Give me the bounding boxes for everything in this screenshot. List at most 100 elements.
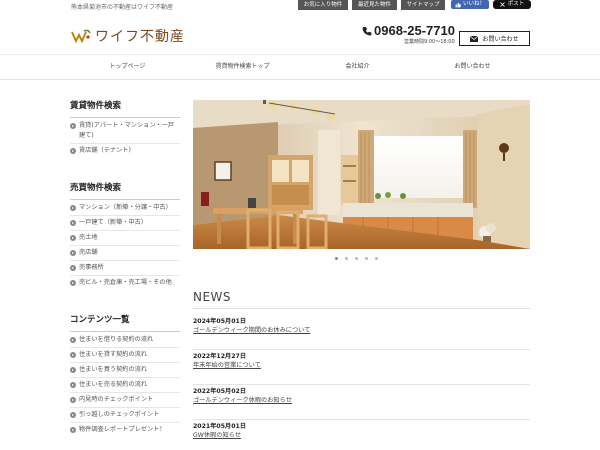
sidebar-item-land[interactable]: 売土地 <box>70 233 180 243</box>
arrow-circle-icon <box>70 123 76 129</box>
sidebar-item-viewing-check[interactable]: 内見時のチェックポイント <box>70 395 180 405</box>
sidebar-item-mansion[interactable]: マンション（新築・分譲・中古） <box>70 203 180 213</box>
sidebar-item-label: 物件調査レポートプレゼント！ <box>79 426 166 433</box>
sidebar-item-shop[interactable]: 売店舗 <box>70 248 180 258</box>
sidebar-item-label: 住まいを貸す契約の流れ <box>79 351 148 358</box>
nav-item-company[interactable]: 会社紹介 <box>300 56 415 80</box>
news-link[interactable]: ゴールデンウィーク休暇のお知らせ <box>193 396 530 405</box>
sidebar-item-label: 売土地 <box>79 234 98 241</box>
sidebar-item-label: 一戸建て（新築・中古） <box>79 219 148 226</box>
slider-dot[interactable] <box>355 257 358 260</box>
slider-dot[interactable] <box>335 257 338 260</box>
phone-icon <box>362 26 372 36</box>
arrow-circle-icon <box>70 382 76 388</box>
sidebar-item-label: 売ビル・売倉庫・売工場・その他 <box>79 279 172 286</box>
arrow-circle-icon <box>70 427 76 433</box>
sidebar-divider <box>70 230 180 231</box>
site-logo[interactable]: ワイフ不動産 <box>71 26 185 46</box>
arrow-circle-icon <box>70 148 76 154</box>
sidebar-heading-contents: コンテンツ一覧 <box>70 315 130 325</box>
sidebar-item-rent-flow[interactable]: 住まいを借りる契約の流れ <box>70 335 180 345</box>
sidebar-heading-rental: 賃貸物件検索 <box>70 101 122 111</box>
phone-block[interactable]: 0968-25-7710 <box>362 23 455 38</box>
sidebar-divider <box>70 377 180 378</box>
news-item: 2022年12月27日 年末年始の営業について <box>193 350 530 385</box>
nav-item-rental-search[interactable]: 賃貸物件検索トップ <box>185 56 300 80</box>
sidebar-item-moving-check[interactable]: 引っ越しのチェックポイント <box>70 410 180 420</box>
news-list: 2024年05月01日 ゴールデンウィーク期間のお休みについて 2022年12月… <box>193 315 530 450</box>
sitemap-button[interactable]: サイトマップ <box>401 0 445 10</box>
thumbs-up-icon <box>455 2 461 7</box>
facebook-like-button[interactable]: いいね！ <box>451 0 489 9</box>
sidebar-item-sell-flow[interactable]: 住まいを売る契約の流れ <box>70 380 180 390</box>
nav-item-top[interactable]: トップページ <box>70 56 185 80</box>
sidebar-item-label: 住まいを借りる契約の流れ <box>79 336 154 343</box>
sidebar-item-building[interactable]: 売ビル・売倉庫・売工場・その他 <box>70 278 180 288</box>
sidebar-item-buy-flow[interactable]: 住まいを買う契約の流れ <box>70 365 180 375</box>
news-date: 2024年05月01日 <box>193 318 247 325</box>
arrow-circle-icon <box>70 235 76 241</box>
sidebar-divider <box>70 422 180 423</box>
sidebar-divider <box>70 143 180 144</box>
logo-mark-icon <box>71 29 91 43</box>
nav-bottom-border <box>0 79 600 80</box>
x-post-button[interactable]: ポスト <box>493 0 531 9</box>
sidebar-rule <box>70 199 180 200</box>
news-heading-rule <box>193 308 530 309</box>
x-logo-icon <box>499 2 505 7</box>
main-nav: トップページ 賃貸物件検索トップ 会社紹介 お問い合わせ <box>70 56 530 80</box>
news-link[interactable]: ゴールデンウィーク期間のお休みについて <box>193 326 530 335</box>
sidebar: 賃貸物件検索 賃貸(アパート・マンション・一戸建て) 賃店舗（テナント） 売買物… <box>70 100 180 435</box>
post-label: ポスト <box>507 1 525 7</box>
sidebar-item-label: 引っ越しのチェックポイント <box>79 411 160 418</box>
sidebar-item-label: 売店舗 <box>79 249 98 256</box>
sidebar-divider <box>70 215 180 216</box>
contact-button[interactable]: お問い合わせ <box>459 31 530 46</box>
sidebar-item-rental-shop[interactable]: 賃店舗（テナント） <box>70 146 180 156</box>
arrow-circle-icon <box>70 367 76 373</box>
sidebar-divider <box>70 362 180 363</box>
arrow-circle-icon <box>70 220 76 226</box>
top-button-group: お気に入り物件 最近見た物件 サイトマップ <box>298 0 445 10</box>
arrow-circle-icon <box>70 280 76 286</box>
contact-label: お問い合わせ <box>482 36 519 43</box>
sidebar-divider <box>70 347 180 348</box>
news-item: 2021年05月01日 GW休暇の知らせ <box>193 420 530 450</box>
news-heading: NEWS <box>193 290 232 304</box>
sidebar-item-lease-flow[interactable]: 住まいを貸す契約の流れ <box>70 350 180 360</box>
business-hours: 営業時間9:00～18:00 <box>404 39 455 45</box>
hero-slider[interactable] <box>193 100 530 249</box>
site-tagline: 熊本県菊池市の不動産はワイフ不動産 <box>71 4 174 11</box>
arrow-circle-icon <box>70 352 76 358</box>
slider-dot[interactable] <box>365 257 368 260</box>
recently-viewed-button[interactable]: 最近見た物件 <box>352 0 397 10</box>
sidebar-item-label: マンション（新築・分譲・中古） <box>79 204 172 211</box>
nav-item-contact[interactable]: お問い合わせ <box>415 56 530 80</box>
sidebar-item-label: 売事務所 <box>79 264 104 271</box>
nav-top-border <box>0 54 600 55</box>
arrow-circle-icon <box>70 412 76 418</box>
slide-photo-interior <box>193 100 530 249</box>
slider-dot[interactable] <box>375 257 378 260</box>
news-item: 2022年05月02日 ゴールデンウィーク休暇のお知らせ <box>193 385 530 420</box>
sidebar-divider <box>70 407 180 408</box>
logo-text: ワイフ不動産 <box>95 29 185 45</box>
news-link[interactable]: 年末年始の営業について <box>193 361 530 370</box>
slider-dot[interactable] <box>345 257 348 260</box>
news-item: 2024年05月01日 ゴールデンウィーク期間のお休みについて <box>193 315 530 350</box>
sidebar-rule <box>70 331 180 332</box>
sidebar-divider <box>70 392 180 393</box>
slider-dots <box>335 257 378 260</box>
sidebar-item-label: 住まいを売る契約の流れ <box>79 381 148 388</box>
sidebar-rule <box>70 117 180 118</box>
news-date: 2021年05月01日 <box>193 423 247 430</box>
sidebar-item-office[interactable]: 売事務所 <box>70 263 180 273</box>
sidebar-divider <box>70 260 180 261</box>
news-link[interactable]: GW休暇の知らせ <box>193 431 530 440</box>
favorites-button[interactable]: お気に入り物件 <box>298 0 348 10</box>
sidebar-item-rental-residence[interactable]: 賃貸(アパート・マンション・一戸建て) <box>70 121 180 141</box>
arrow-circle-icon <box>70 205 76 211</box>
sidebar-divider <box>70 245 180 246</box>
sidebar-item-report-gift[interactable]: 物件調査レポートプレゼント！ <box>70 425 180 435</box>
sidebar-item-house[interactable]: 一戸建て（新築・中古） <box>70 218 180 228</box>
